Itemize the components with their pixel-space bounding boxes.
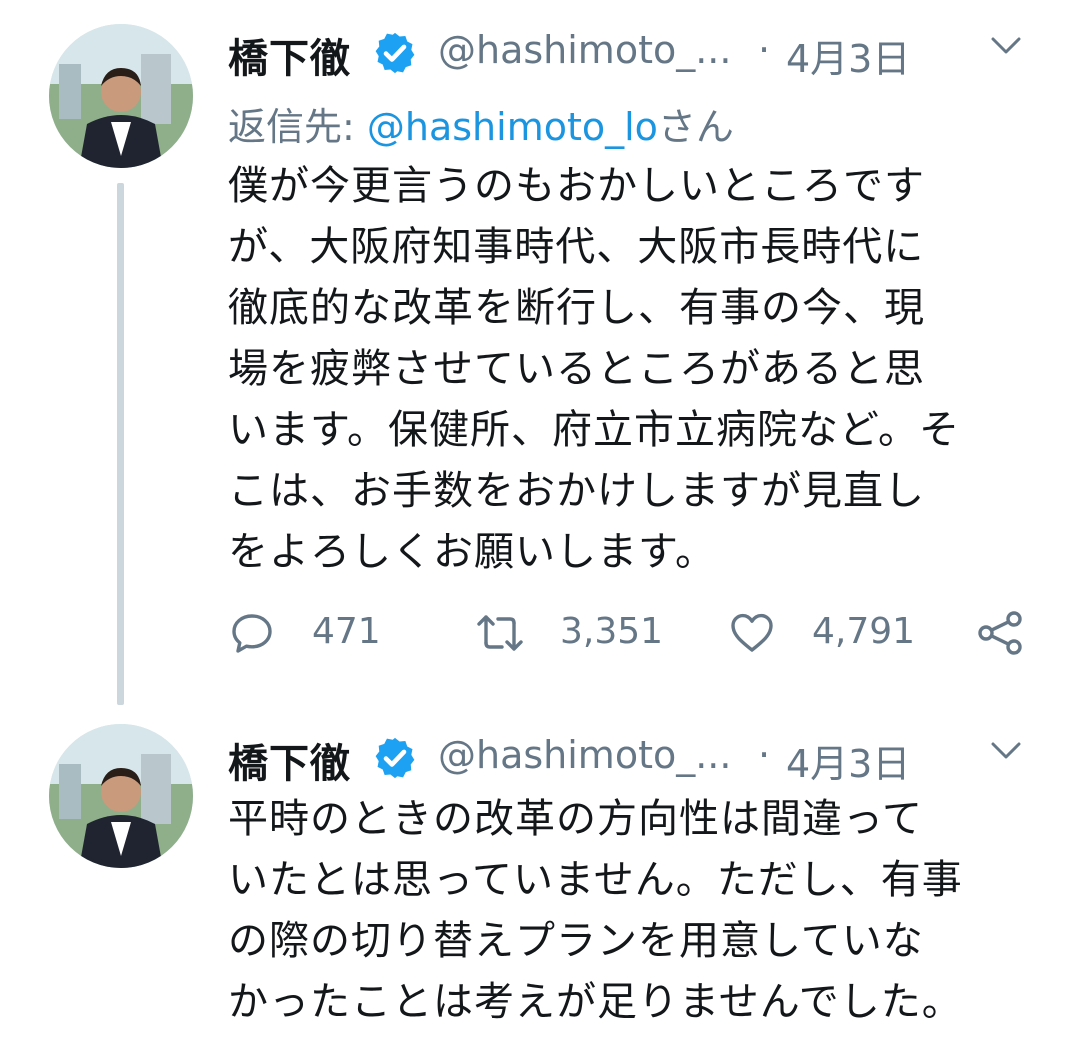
tweet-header: 橋下徹 @hashimoto_... · 4月3日 <box>228 727 1041 787</box>
tweet-text-line: かったことは考えが足りませんでした。 <box>228 979 963 1025</box>
author-handle[interactable]: @hashimoto_... <box>438 28 731 72</box>
verified-badge-icon <box>375 737 415 779</box>
share-icon <box>978 611 1022 655</box>
separator-dot: · <box>758 733 771 777</box>
reply-prefix: 返信先: <box>228 105 367 149</box>
heart-icon <box>731 613 773 652</box>
retweet-count: 3,351 <box>560 611 664 652</box>
tweet-date[interactable]: 4月3日 <box>786 733 910 788</box>
like-count: 4,791 <box>812 611 916 652</box>
tweet[interactable]: 橋下徹 @hashimoto_... · 4月3日 平時のときの改革の方向性は間… <box>0 705 1071 1054</box>
tweet-text-line: 場を疲弊させているところがあると思 <box>228 346 925 392</box>
tweet-header: 橋下徹 @hashimoto_... · 4月3日 <box>228 22 1041 82</box>
tweet-actions: 471 3,351 4,791 <box>228 603 1038 663</box>
tweet-text: 平時のときの改革の方向性は間違って いたとは思っていません。ただし、有事 の際の… <box>228 789 1048 1033</box>
tweet-text-line: 平時のときの改革の方向性は間違って <box>228 796 923 842</box>
tweet-text-line: が、大阪府知事時代、大阪市長時代に <box>228 224 925 270</box>
tweet-date[interactable]: 4月3日 <box>786 28 910 83</box>
tweet[interactable]: 橋下徹 @hashimoto_... · 4月3日 返信先: @hashimot… <box>0 0 1071 700</box>
tweet-text: 僕が今更言うのもおかしいところです が、大阪府知事時代、大阪市長時代に 徹底的な… <box>228 156 1048 583</box>
verified-badge-icon <box>375 32 415 74</box>
tweet-text-line: こは、お手数をおかけしますが見直し <box>228 468 925 514</box>
tweet-text-line: 徹底的な改革を断行し、有事の今、現 <box>228 285 925 331</box>
avatar[interactable] <box>49 24 193 168</box>
tweet-text-line: いたとは思っていません。ただし、有事 <box>228 857 963 903</box>
reply-mention-link[interactable]: @hashimoto_lo <box>367 105 658 149</box>
tweet-text-line: の際の切り替えプランを用意していな <box>228 918 924 964</box>
retweet-icon <box>477 615 523 651</box>
author-name[interactable]: 橋下徹 <box>228 26 351 84</box>
tweet-text-line: います。保健所、府立市立病院など。そ <box>228 407 960 453</box>
author-handle[interactable]: @hashimoto_... <box>438 733 731 777</box>
tweet-text-line: 僕が今更言うのもおかしいところです <box>228 163 925 209</box>
chevron-down-icon[interactable] <box>989 737 1023 765</box>
reply-suffix: さん <box>657 105 734 149</box>
reply-count: 471 <box>312 611 381 652</box>
tweet-text-line: をよろしくお願いします。 <box>228 529 716 575</box>
chevron-down-icon[interactable] <box>989 32 1023 60</box>
avatar[interactable] <box>49 724 193 868</box>
reply-context: 返信先: @hashimoto_loさん <box>228 96 734 151</box>
separator-dot: · <box>758 28 771 72</box>
reply-icon <box>232 614 272 653</box>
author-name[interactable]: 橋下徹 <box>228 731 351 789</box>
